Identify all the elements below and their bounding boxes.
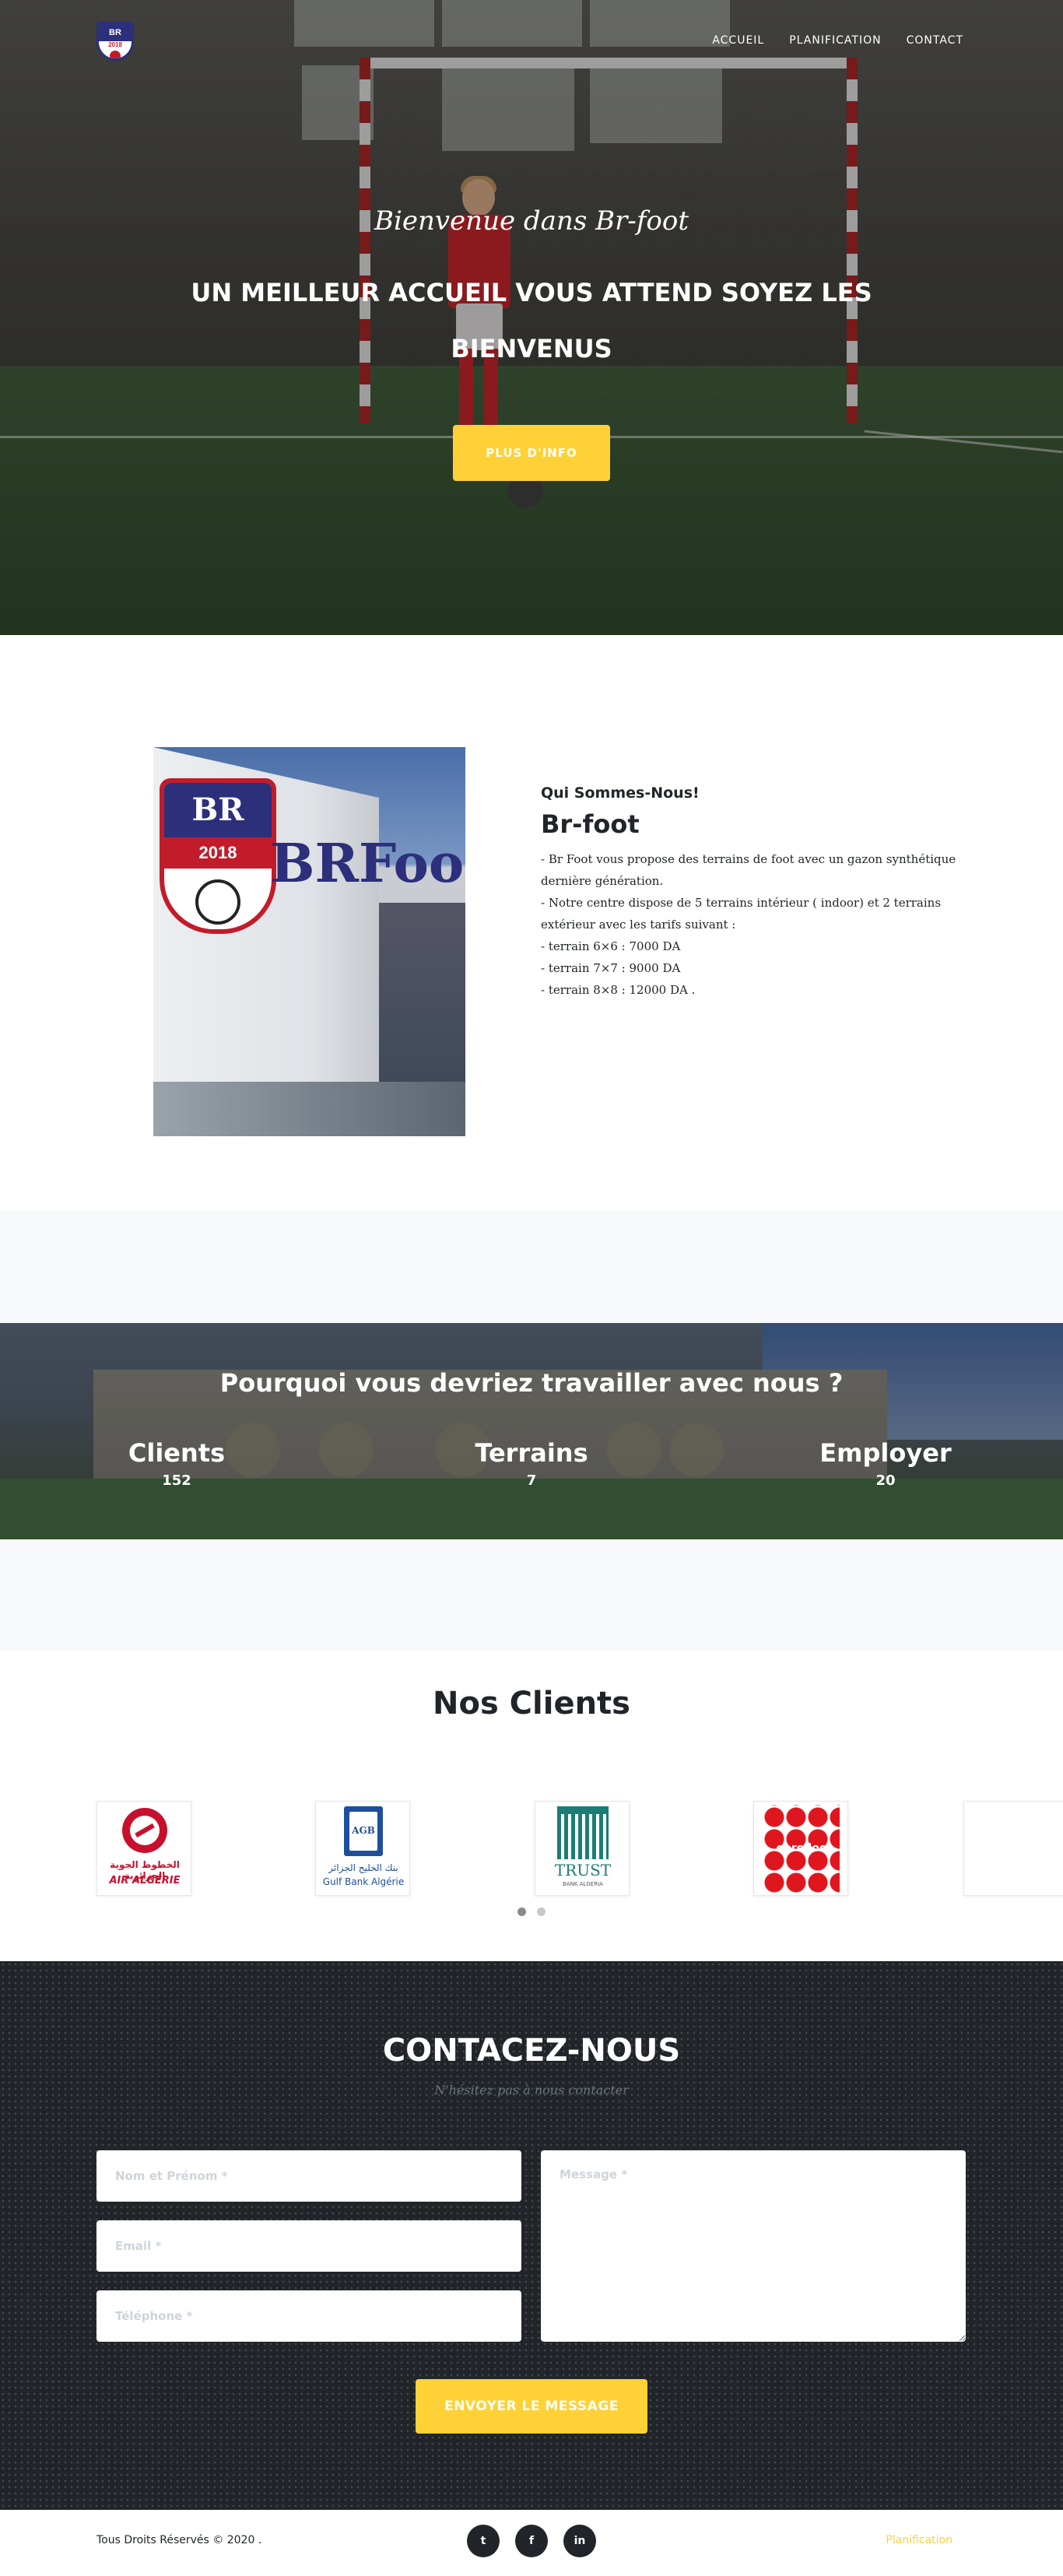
about-line: - terrain 6×6 : 7000 DA: [541, 939, 681, 953]
crest-letters: BR: [164, 783, 272, 837]
send-message-button[interactable]: ENVOYER LE MESSAGE: [416, 2379, 647, 2434]
carousel-dot[interactable]: [537, 1907, 546, 1916]
stat-label: Clients: [128, 1438, 226, 1468]
logo-letters: BR: [99, 24, 132, 41]
client-name: TRUST: [554, 1861, 612, 1879]
facebook-icon[interactable]: f: [515, 2525, 548, 2557]
more-info-button[interactable]: PLUS D'INFO: [453, 425, 610, 481]
about-line: extérieur avec les tarifs suivant :: [541, 918, 736, 932]
carousel-dot[interactable]: [517, 1907, 526, 1916]
about-line: - Notre centre dispose de 5 terrains int…: [541, 896, 942, 910]
brand-logo[interactable]: BR 2018: [96, 22, 134, 61]
clients-title: Nos Clients: [432, 1686, 630, 1721]
contact-title: CONTACEZ-NOUS: [382, 2033, 681, 2069]
about-image: BR 2018 BRFoot: [153, 747, 465, 1136]
footer-link-planification[interactable]: Planification: [886, 2534, 952, 2546]
about-line: - Br Foot vous propose des terrains de f…: [541, 852, 956, 866]
stat-clients: Clients 152: [60, 1438, 293, 1489]
message-field[interactable]: [541, 2150, 966, 2342]
about-image-ground: [153, 1082, 465, 1136]
stats-title: Pourquoi vous devriez travailler avec no…: [219, 1368, 844, 1398]
about-line: dernière génération.: [541, 874, 664, 888]
wall-brand-text: BRFoot: [270, 833, 465, 895]
air-algerie-emblem-icon: [122, 1808, 167, 1853]
stats-section: Pourquoi vous devriez travailler avec no…: [0, 1323, 1063, 1539]
about-line: - terrain 8×8 : 12000 DA .: [541, 983, 696, 997]
stat-label: Terrains: [475, 1438, 588, 1468]
hero-subtitle: Bienvenue dans Br-foot: [374, 205, 689, 237]
crest-year: 2018: [164, 837, 272, 869]
crest-ball-icon: [195, 879, 240, 925]
twitter-icon[interactable]: t: [467, 2525, 500, 2557]
nav-item-planification[interactable]: PLANIFICATION: [789, 34, 881, 47]
nav-item-accueil[interactable]: ACCUEIL: [712, 34, 764, 47]
client-name: ooredoo: [776, 1842, 827, 1855]
client-subtitle: BANK ALGERIA: [563, 1881, 603, 1887]
about-title: Br-foot: [541, 809, 640, 839]
client-logo-ooredoo[interactable]: ooredoo: [753, 1801, 848, 1896]
copyright-text: Tous Droits Réservés © 2020 .: [96, 2534, 262, 2546]
about-line: - terrain 7×7 : 9000 DA: [541, 961, 681, 975]
stat-value: 7: [526, 1472, 537, 1489]
logo-year: 2018: [108, 41, 122, 48]
stat-terrains: Terrains 7: [415, 1438, 648, 1489]
about-image-roof: [379, 903, 465, 1082]
stat-label: Employer: [819, 1438, 952, 1468]
hero-title: UN MEILLEUR ACCUEIL VOUS ATTEND SOYEZ LE…: [191, 278, 872, 363]
name-field[interactable]: [96, 2150, 521, 2202]
client-logo-gulf-bank[interactable]: AGB بنك الخليج الجزائر Gulf Bank Algérie: [315, 1801, 410, 1896]
contact-subtitle: N'hésitez pas à nous contacter: [434, 2083, 629, 2097]
email-field[interactable]: [96, 2220, 521, 2272]
client-logo-partial[interactable]: [963, 1801, 1063, 1896]
client-name: Gulf Bank Algérie: [322, 1876, 405, 1887]
stat-value: 152: [162, 1472, 191, 1489]
main-nav: ACCUEIL PLANIFICATION CONTACT: [712, 34, 963, 47]
logo-ball-icon: [110, 51, 121, 58]
phone-field[interactable]: [96, 2290, 521, 2342]
carousel-dots: [517, 1907, 546, 1916]
social-links: t f in: [467, 2525, 596, 2557]
client-name: AIR ALGÉRIE: [109, 1875, 181, 1886]
client-arabic-name: بنك الخليج الجزائر: [328, 1862, 398, 1873]
stats-overlay: [0, 1323, 1063, 1539]
linkedin-icon[interactable]: in: [563, 2525, 596, 2557]
about-text: - Br Foot vous propose des terrains de f…: [541, 848, 961, 1001]
trust-emblem-icon: [557, 1806, 609, 1859]
agb-emblem-icon: AGB: [344, 1806, 383, 1856]
client-logo-trust-bank[interactable]: TRUST BANK ALGERIA: [535, 1801, 630, 1896]
agb-abbr: AGB: [352, 1825, 375, 1836]
client-logo-air-algerie[interactable]: الخطوط الجوية الجزائرية AIR ALGÉRIE: [96, 1801, 191, 1896]
stat-employer: Employer 20: [769, 1438, 1002, 1489]
hero-section: BR 2018 ACCUEIL PLANIFICATION CONTACT Bi…: [0, 0, 1063, 635]
club-crest: BR 2018: [160, 778, 276, 934]
about-label: Qui Sommes-Nous!: [541, 784, 700, 802]
nav-item-contact[interactable]: CONTACT: [907, 34, 963, 47]
stat-value: 20: [875, 1472, 896, 1489]
